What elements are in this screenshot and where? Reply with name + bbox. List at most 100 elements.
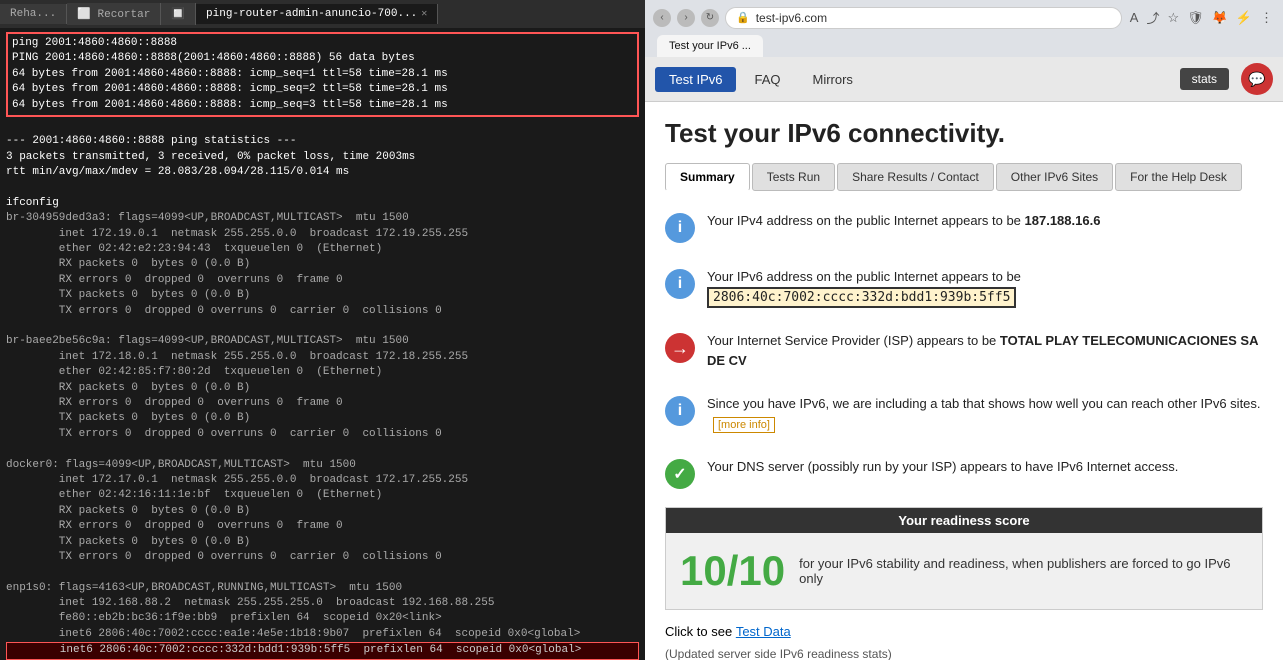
terminal-tab-ping-label: ping-router-admin-anuncio-700...	[206, 8, 417, 20]
tab-summary[interactable]: Summary	[665, 163, 750, 191]
terminal-line: TX errors 0 dropped 0 overruns 0 carrier…	[6, 427, 639, 442]
info-row-tab: i Since you have IPv6, we are including …	[665, 388, 1263, 439]
terminal-line: 3 packets transmitted, 3 received, 0% pa…	[6, 150, 639, 165]
terminal-line: ether 02:42:85:f7:80:2d txqueuelen 0 (Et…	[6, 365, 639, 380]
terminal-line	[6, 319, 639, 334]
terminal-line: br-304959ded3a3: flags=4099<UP,BROADCAST…	[6, 211, 639, 226]
ping-output-box: ping 2001:4860:4860::8888 PING 2001:4860…	[6, 32, 639, 117]
stats-button[interactable]: stats	[1180, 68, 1229, 90]
terminal-line: inet 172.18.0.1 netmask 255.255.0.0 broa…	[6, 350, 639, 365]
info-row-ipv4: i Your IPv4 address on the public Intern…	[665, 205, 1263, 249]
nav-test-ipv6-label: Test IPv6	[669, 72, 722, 87]
tab-help-desk-label: For the Help Desk	[1130, 170, 1227, 184]
browser-tab-label: Test your IPv6 ...	[669, 40, 751, 52]
more-icon[interactable]: ⋮	[1258, 8, 1275, 28]
info-icon-i-symbol3: i	[678, 402, 682, 420]
info-text-tab: Since you have IPv6, we are including a …	[707, 394, 1263, 433]
test-data-row: Click to see Test Data	[665, 624, 1263, 639]
tab-help-desk[interactable]: For the Help Desk	[1115, 163, 1242, 191]
readiness-score: 10/10	[680, 547, 785, 595]
terminal-line: inet 172.19.0.1 netmask 255.255.0.0 broa…	[6, 227, 639, 242]
tab-other-ipv6[interactable]: Other IPv6 Sites	[996, 163, 1113, 191]
tab-share-results[interactable]: Share Results / Contact	[837, 163, 994, 191]
nav-test-ipv6[interactable]: Test IPv6	[655, 67, 736, 92]
terminal-line: RX packets 0 bytes 0 (0.0 B)	[6, 504, 639, 519]
test-data-prefix: Click to see	[665, 624, 732, 639]
readiness-body: 10/10 for your IPv6 stability and readin…	[666, 533, 1262, 609]
checkmark-symbol: ✓	[673, 464, 686, 484]
terminal-line: ether 02:42:e2:23:94:43 txqueuelen 0 (Et…	[6, 242, 639, 257]
terminal-line: inet6 2806:40c:7002:cccc:ea1e:4e5e:1b18:…	[6, 627, 639, 642]
terminal-tab-bar: Reha... ⬜ Recortar 🔲 ping-router-admin-a…	[0, 0, 645, 28]
terminal-line: inet 172.17.0.1 netmask 255.255.0.0 broa…	[6, 473, 639, 488]
info-text-isp: Your Internet Service Provider (ISP) app…	[707, 331, 1263, 370]
extension-icon1[interactable]: 🛡	[1185, 8, 1206, 28]
terminal-line: ether 02:42:16:11:1e:bf txqueuelen 0 (Et…	[6, 488, 639, 503]
back-button[interactable]: ‹	[653, 9, 671, 27]
site-nav: Test IPv6 FAQ Mirrors stats 💬	[645, 57, 1283, 102]
info-icon-dns: ✓	[665, 459, 695, 489]
arrow-symbol: →	[671, 338, 689, 359]
info-text-ipv4: Your IPv4 address on the public Internet…	[707, 211, 1100, 231]
chat-icon[interactable]: 💬	[1241, 63, 1273, 95]
terminal-line: PING 2001:4860:4860::8888(2001:4860:4860…	[12, 51, 633, 66]
share-icon[interactable]: ⤴	[1144, 6, 1161, 29]
terminal-line	[6, 565, 639, 580]
info-icon-i-symbol2: i	[678, 275, 682, 293]
terminal-tab-close-icon[interactable]: ✕	[421, 8, 427, 20]
url-bar[interactable]: 🔒 test-ipv6.com	[725, 7, 1122, 29]
terminal-tab-icon[interactable]: 🔲	[161, 3, 196, 25]
info-text-dns: Your DNS server (possibly run by your IS…	[707, 457, 1178, 477]
tab-tests-run[interactable]: Tests Run	[752, 163, 835, 191]
terminal-line: RX errors 0 dropped 0 overruns 0 frame 0	[6, 273, 639, 288]
reload-button[interactable]: ↻	[701, 9, 719, 27]
terminal-tab-recortar-label: ⬜ Recortar	[77, 7, 150, 21]
readiness-box: Your readiness score 10/10 for your IPv6…	[665, 507, 1263, 610]
test-data-link[interactable]: Test Data	[736, 624, 791, 639]
terminal-line: RX errors 0 dropped 0 overruns 0 frame 0	[6, 519, 639, 534]
tab-summary-label: Summary	[680, 170, 735, 184]
stats-label: stats	[1192, 72, 1217, 86]
browser-tab-bar: Test your IPv6 ...	[653, 35, 1275, 57]
terminal-line: 64 bytes from 2001:4860:4860::8888: icmp…	[12, 98, 633, 113]
terminal-line: RX packets 0 bytes 0 (0.0 B)	[6, 381, 639, 396]
nav-faq[interactable]: FAQ	[740, 67, 794, 92]
terminal-line: TX packets 0 bytes 0 (0.0 B)	[6, 288, 639, 303]
terminal-line: TX errors 0 dropped 0 overruns 0 carrier…	[6, 550, 639, 565]
updated-text: (Updated server side IPv6 readiness stat…	[665, 647, 1263, 660]
bookmark-icon[interactable]: ☆	[1165, 8, 1181, 28]
readiness-title: Your readiness score	[666, 508, 1262, 533]
terminal-line: inet 192.168.88.2 netmask 255.255.255.0 …	[6, 596, 639, 611]
terminal-tab-ping[interactable]: ping-router-admin-anuncio-700... ✕	[196, 4, 438, 24]
info-icon-ipv4: i	[665, 213, 695, 243]
terminal-panel: Reha... ⬜ Recortar 🔲 ping-router-admin-a…	[0, 0, 645, 660]
info-icon-tab: i	[665, 396, 695, 426]
translate-icon[interactable]: A	[1128, 8, 1141, 27]
terminal-content: ping 2001:4860:4860::8888 PING 2001:4860…	[0, 28, 645, 660]
more-info-link[interactable]: [more info]	[713, 417, 775, 433]
terminal-line: ifconfig	[6, 196, 639, 211]
terminal-line: enp1s0: flags=4163<UP,BROADCAST,RUNNING,…	[6, 581, 639, 596]
terminal-tab-recortar[interactable]: ⬜ Recortar	[67, 3, 161, 25]
extension-icon3[interactable]: ⚡	[1234, 8, 1254, 28]
tab-tests-run-label: Tests Run	[767, 170, 820, 184]
info-text-ipv6: Your IPv6 address on the public Internet…	[707, 267, 1263, 307]
terminal-tab-1[interactable]: Reha...	[0, 4, 67, 24]
terminal-line	[6, 119, 639, 134]
tab-other-ipv6-label: Other IPv6 Sites	[1011, 170, 1098, 184]
browser-nav: ‹ › ↻ 🔒 test-ipv6.com A ⤴ ☆ 🛡 🦊 ⚡ ⋮	[653, 6, 1275, 29]
terminal-line: br-baee2be56c9a: flags=4099<UP,BROADCAST…	[6, 334, 639, 349]
terminal-tab-icon-label: 🔲	[171, 7, 185, 21]
extension-icon2[interactable]: 🦊	[1210, 8, 1230, 28]
nav-mirrors[interactable]: Mirrors	[798, 67, 866, 92]
terminal-line: RX packets 0 bytes 0 (0.0 B)	[6, 257, 639, 272]
nav-mirrors-label: Mirrors	[812, 72, 852, 87]
forward-button[interactable]: ›	[677, 9, 695, 27]
terminal-line: docker0: flags=4099<UP,BROADCAST,MULTICA…	[6, 458, 639, 473]
tab-share-results-label: Share Results / Contact	[852, 170, 979, 184]
browser-tab-active[interactable]: Test your IPv6 ...	[657, 35, 763, 57]
browser-toolbar-icons: A ⤴ ☆ 🛡 🦊 ⚡ ⋮	[1128, 6, 1275, 29]
terminal-line	[6, 442, 639, 457]
url-text: test-ipv6.com	[756, 11, 827, 25]
info-icon-i-symbol: i	[678, 219, 682, 237]
